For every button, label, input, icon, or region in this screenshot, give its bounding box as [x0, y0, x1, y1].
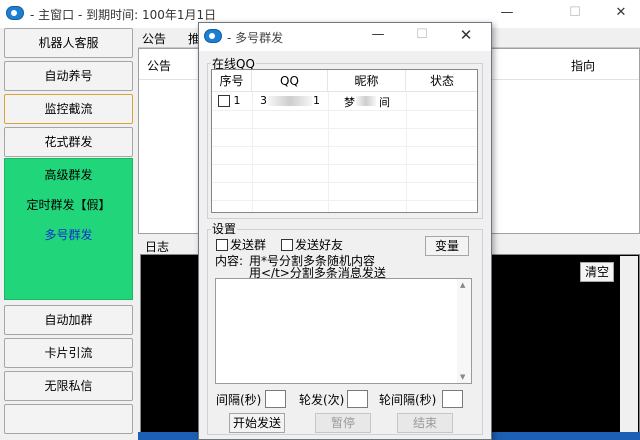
redacted-qq-blur [268, 96, 312, 106]
send-friend-checkbox[interactable] [281, 239, 293, 251]
minimize-icon[interactable]: — [367, 26, 389, 44]
log-scrollbar[interactable] [620, 256, 638, 440]
col-header-status[interactable]: 状态 [406, 70, 477, 92]
col-header-index[interactable]: 序号 [212, 70, 252, 92]
auto-join-group-button[interactable]: 自动加群 [4, 305, 133, 335]
maximize-icon[interactable]: ☐ [564, 4, 586, 22]
grid-line [212, 164, 477, 165]
interval-input[interactable] [265, 390, 286, 408]
dialog-title: - 多号群发 [227, 31, 284, 45]
grid-line [212, 146, 477, 147]
maximize-icon[interactable]: ☐ [411, 26, 433, 44]
notice-column-header: 公告 [147, 59, 172, 73]
grid-line [212, 182, 477, 183]
pause-button[interactable]: 暂停 [315, 413, 371, 433]
unlimited-dm-button[interactable]: 无限私信 [4, 371, 133, 401]
multi-account-broadcast-item[interactable]: 多号群发 [5, 226, 132, 243]
send-friend-label: 发送好友 [295, 238, 344, 252]
auto-nurture-button[interactable]: 自动养号 [4, 61, 133, 91]
col-header-qq[interactable]: QQ [252, 70, 328, 92]
monitor-intercept-button[interactable]: 监控截流 [4, 94, 133, 124]
content-label: 内容: [215, 254, 244, 268]
empty-sidebar-button[interactable] [4, 404, 133, 434]
round-interval-label: 轮间隔(秒) [379, 393, 437, 407]
col-header-nickname[interactable]: 昵称 [328, 70, 406, 92]
sidebar: 机器人客服 自动养号 监控截流 花式群发 高级群发 定时群发【假】 多号群发 自… [0, 28, 138, 440]
message-content-textarea[interactable]: ▲ ▼ [215, 278, 472, 384]
interval-label: 间隔(秒) [216, 393, 262, 407]
tab-notice[interactable]: 公告 [142, 30, 166, 47]
broadcast-submenu: 高级群发 定时群发【假】 多号群发 [4, 158, 133, 300]
settings-label: 设置 [211, 220, 238, 237]
card-traffic-button[interactable]: 卡片引流 [4, 338, 133, 368]
grid-line [212, 110, 477, 111]
qq-number-start: 3 [260, 94, 267, 107]
send-group-label: 发送群 [230, 238, 267, 252]
grid-line [212, 128, 477, 129]
scroll-down-icon[interactable]: ▼ [460, 373, 465, 381]
main-window-title: - 主窗口 - 到期时间: 100年1月1日 [30, 8, 217, 22]
scheduled-broadcast-item[interactable]: 定时群发【假】 [5, 196, 132, 213]
start-send-button[interactable]: 开始发送 [229, 413, 285, 433]
online-qq-table[interactable]: 序号 QQ 昵称 状态 1 3 1 梦 间 [211, 69, 478, 213]
close-icon[interactable]: ✕ [610, 4, 632, 22]
variable-button[interactable]: 变量 [425, 236, 469, 256]
dialog-title-bar: - 多号群发 — ☐ ✕ [199, 23, 491, 51]
nickname-start: 梦 [344, 96, 355, 109]
end-button[interactable]: 结束 [397, 413, 453, 433]
textarea-scrollbar[interactable]: ▲ ▼ [457, 279, 471, 383]
close-icon[interactable]: ✕ [455, 26, 477, 44]
guide-column-header: 指向 [571, 59, 596, 73]
table-row[interactable]: 1 [218, 94, 241, 107]
redacted-nickname-blur [356, 96, 376, 106]
robot-service-button[interactable]: 机器人客服 [4, 28, 133, 58]
qq-app-icon [6, 6, 24, 20]
send-group-checkbox[interactable] [216, 239, 228, 251]
send-friend-option[interactable]: 发送好友 [281, 236, 343, 253]
qq-app-icon [204, 29, 222, 43]
row-index: 1 [233, 94, 241, 107]
qq-number-end: 1 [313, 94, 320, 107]
multi-broadcast-dialog: - 多号群发 — ☐ ✕ 在线QQ 序号 QQ 昵称 状态 1 3 1 梦 间 … [198, 22, 492, 440]
scroll-up-icon[interactable]: ▲ [460, 281, 465, 289]
advanced-broadcast-item[interactable]: 高级群发 [5, 166, 132, 183]
rounds-label: 轮发(次) [299, 393, 345, 407]
rounds-input[interactable] [347, 390, 368, 408]
clear-log-button[interactable]: 清空 [580, 262, 614, 282]
nickname-end: 间 [379, 96, 390, 109]
round-interval-input[interactable] [442, 390, 463, 408]
minimize-icon[interactable]: — [496, 4, 518, 22]
grid-line [212, 200, 477, 201]
send-group-option[interactable]: 发送群 [216, 236, 266, 253]
row-select-checkbox[interactable] [218, 95, 230, 107]
fancy-broadcast-button[interactable]: 花式群发 [4, 127, 133, 157]
log-label: 日志 [145, 240, 170, 254]
